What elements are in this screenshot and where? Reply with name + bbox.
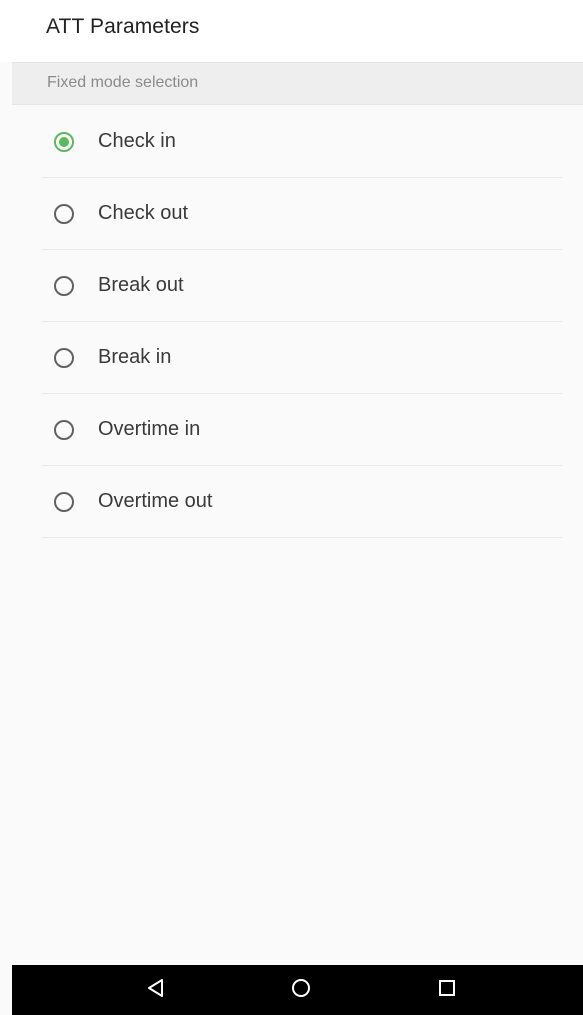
radio-selected-dot xyxy=(59,137,69,147)
option-check-out[interactable]: Check out xyxy=(42,178,563,250)
radio-button[interactable] xyxy=(54,132,74,152)
option-break-in[interactable]: Break in xyxy=(42,322,563,394)
back-button[interactable] xyxy=(116,965,196,1015)
system-nav-bar xyxy=(12,965,583,1015)
option-overtime-out[interactable]: Overtime out xyxy=(42,466,563,538)
section-title: Fixed mode selection xyxy=(47,74,199,91)
option-label: Break in xyxy=(98,346,172,368)
radio-button[interactable] xyxy=(54,420,74,440)
recent-apps-button[interactable] xyxy=(407,965,487,1015)
option-overtime-in[interactable]: Overtime in xyxy=(42,394,563,466)
option-label: Check in xyxy=(98,130,176,152)
app-header: ATT Parameters xyxy=(0,0,583,62)
back-triangle-icon xyxy=(147,978,165,1003)
option-label: Overtime out xyxy=(98,490,213,512)
radio-button[interactable] xyxy=(54,348,74,368)
radio-button[interactable] xyxy=(54,204,74,224)
page-title: ATT Parameters xyxy=(46,15,200,38)
option-label: Break out xyxy=(98,274,184,296)
mode-option-list: Check in Check out Break out Break in Ov… xyxy=(42,106,563,538)
option-label: Overtime in xyxy=(98,418,201,440)
radio-button[interactable] xyxy=(54,276,74,296)
home-circle-icon xyxy=(291,978,311,1003)
option-check-in[interactable]: Check in xyxy=(42,106,563,178)
home-button[interactable] xyxy=(261,965,341,1015)
recent-apps-square-icon xyxy=(438,979,456,1002)
radio-button[interactable] xyxy=(54,492,74,512)
screen: ATT Parameters Fixed mode selection Chec… xyxy=(0,0,583,1015)
option-label: Check out xyxy=(98,202,189,224)
option-break-out[interactable]: Break out xyxy=(42,250,563,322)
section-header: Fixed mode selection xyxy=(12,62,583,105)
